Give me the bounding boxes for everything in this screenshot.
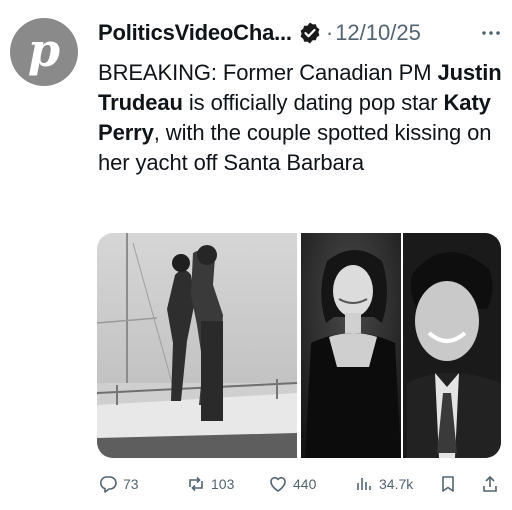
views-button[interactable]: 34.7k <box>354 474 413 494</box>
more-options-icon[interactable] <box>480 22 502 44</box>
reply-count: 73 <box>123 476 139 492</box>
verified-badge-icon <box>300 22 320 44</box>
bookmark-icon <box>442 476 454 492</box>
avatar[interactable]: p <box>10 18 78 86</box>
bookmark-button[interactable] <box>438 474 463 494</box>
share-icon <box>483 475 497 492</box>
action-bar: 73 103 440 34.7k <box>98 470 502 500</box>
author-name[interactable]: PoliticsVideoCha... <box>98 20 292 46</box>
avatar-letter: p <box>27 23 61 77</box>
like-heart-icon <box>270 476 286 492</box>
like-button[interactable]: 440 <box>268 474 316 494</box>
text-part: BREAKING: Former Canadian PM <box>98 60 438 85</box>
view-count: 34.7k <box>379 476 414 492</box>
separator-dot: · <box>325 20 334 45</box>
tweet-text: BREAKING: Former Canadian PM Justin Trud… <box>98 58 504 178</box>
like-count: 440 <box>293 476 317 492</box>
woman-photo <box>301 233 401 458</box>
reply-icon <box>99 476 117 493</box>
repost-count: 103 <box>211 476 235 492</box>
man-photo <box>403 233 501 458</box>
media-collage <box>97 233 501 458</box>
tweet-media[interactable] <box>97 233 501 458</box>
text-part: , with the couple spotted kissing on her… <box>98 120 492 175</box>
repost-button[interactable]: 103 <box>186 474 234 494</box>
share-button[interactable] <box>480 474 505 494</box>
reply-button[interactable]: 73 <box>98 474 139 494</box>
views-chart-icon <box>357 478 371 490</box>
text-part: is officially dating pop star <box>182 90 444 115</box>
yacht-photo <box>97 233 298 458</box>
tweet-header: PoliticsVideoCha... · 12/10/25 <box>98 16 502 50</box>
repost-icon <box>189 476 203 492</box>
post-date[interactable]: 12/10/25 <box>335 20 421 46</box>
